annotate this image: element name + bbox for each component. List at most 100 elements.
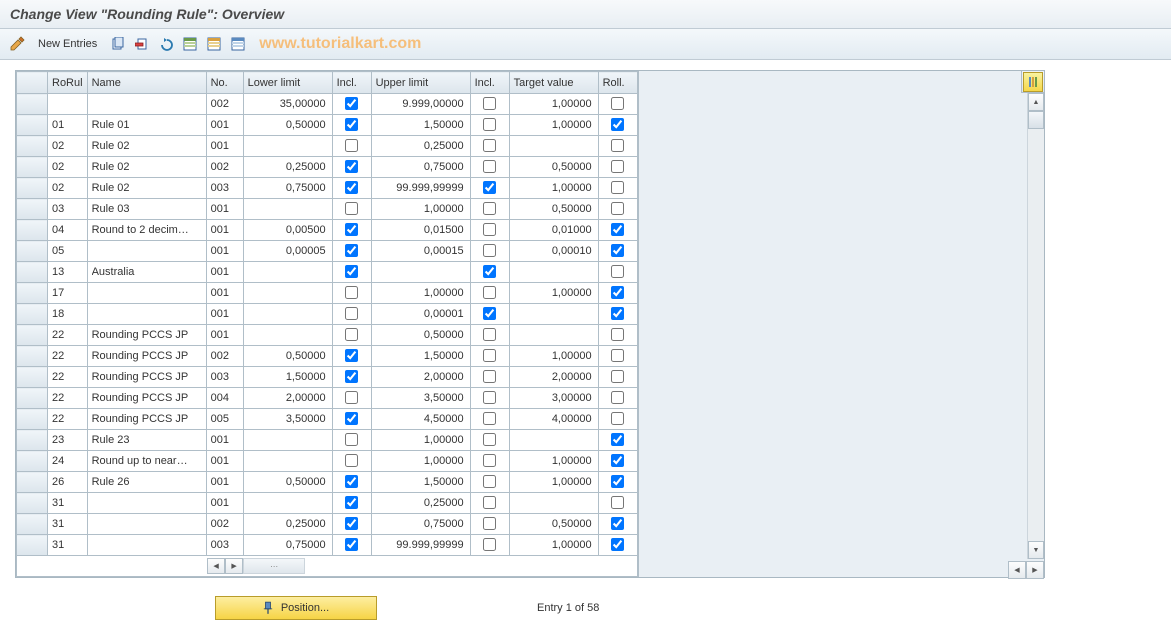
rorul-input[interactable] (48, 283, 87, 303)
upper-limit-input[interactable] (372, 472, 470, 492)
lower-limit-input[interactable] (244, 388, 332, 408)
incl-lower-checkbox[interactable] (345, 412, 358, 425)
incl-upper-checkbox[interactable] (483, 244, 496, 257)
rorul-input[interactable] (48, 493, 87, 513)
roll-checkbox[interactable] (611, 538, 624, 551)
row-selector[interactable] (17, 220, 48, 241)
name-input[interactable] (88, 157, 206, 177)
target-value-input[interactable] (510, 157, 598, 177)
col-header-roll[interactable]: Roll. (598, 72, 637, 94)
col-header-incl1[interactable]: Incl. (332, 72, 371, 94)
incl-upper-checkbox[interactable] (483, 391, 496, 404)
incl-upper-checkbox[interactable] (483, 328, 496, 341)
incl-upper-checkbox[interactable] (483, 286, 496, 299)
incl-lower-checkbox[interactable] (345, 475, 358, 488)
target-value-input[interactable] (510, 199, 598, 219)
rorul-input[interactable] (48, 367, 87, 387)
no-input[interactable] (207, 199, 243, 219)
incl-lower-checkbox[interactable] (345, 223, 358, 236)
lower-limit-input[interactable] (244, 220, 332, 240)
incl-upper-checkbox[interactable] (483, 265, 496, 278)
no-input[interactable] (207, 283, 243, 303)
row-selector[interactable] (17, 283, 48, 304)
roll-checkbox[interactable] (611, 244, 624, 257)
target-value-input[interactable] (510, 388, 598, 408)
name-input[interactable] (88, 367, 206, 387)
lower-limit-input[interactable] (244, 199, 332, 219)
upper-limit-input[interactable] (372, 430, 470, 450)
lower-limit-input[interactable] (244, 157, 332, 177)
scroll-thumb[interactable]: ⋯ (243, 558, 305, 574)
row-selector[interactable] (17, 430, 48, 451)
roll-checkbox[interactable] (611, 517, 624, 530)
row-selector[interactable] (17, 199, 48, 220)
incl-lower-checkbox[interactable] (345, 538, 358, 551)
row-selector[interactable] (17, 514, 48, 535)
upper-limit-input[interactable] (372, 283, 470, 303)
incl-upper-checkbox[interactable] (483, 538, 496, 551)
lower-limit-input[interactable] (244, 94, 332, 114)
incl-upper-checkbox[interactable] (483, 433, 496, 446)
incl-lower-checkbox[interactable] (345, 118, 358, 131)
target-value-input[interactable] (510, 283, 598, 303)
target-value-input[interactable] (510, 304, 598, 324)
row-selector[interactable] (17, 262, 48, 283)
roll-checkbox[interactable] (611, 433, 624, 446)
col-header-name[interactable]: Name (87, 72, 206, 94)
roll-checkbox[interactable] (611, 118, 624, 131)
row-selector[interactable] (17, 94, 48, 115)
roll-checkbox[interactable] (611, 328, 624, 341)
roll-checkbox[interactable] (611, 265, 624, 278)
name-input[interactable] (88, 535, 206, 555)
name-input[interactable] (88, 514, 206, 534)
no-input[interactable] (207, 94, 243, 114)
no-input[interactable] (207, 157, 243, 177)
incl-upper-checkbox[interactable] (483, 202, 496, 215)
upper-limit-input[interactable] (372, 262, 470, 282)
col-header-no[interactable]: No. (206, 72, 243, 94)
lower-limit-input[interactable] (244, 493, 332, 513)
row-selector[interactable] (17, 304, 48, 325)
row-selector[interactable] (17, 115, 48, 136)
incl-lower-checkbox[interactable] (345, 139, 358, 152)
upper-limit-input[interactable] (372, 346, 470, 366)
delete-icon[interactable] (133, 35, 151, 53)
row-selector[interactable] (17, 346, 48, 367)
target-value-input[interactable] (510, 409, 598, 429)
roll-checkbox[interactable] (611, 160, 624, 173)
incl-upper-checkbox[interactable] (483, 370, 496, 383)
upper-limit-input[interactable] (372, 157, 470, 177)
upper-limit-input[interactable] (372, 325, 470, 345)
lower-limit-input[interactable] (244, 472, 332, 492)
target-value-input[interactable] (510, 262, 598, 282)
scroll-left-icon[interactable]: ◀ (207, 558, 225, 574)
target-value-input[interactable] (510, 472, 598, 492)
row-selector[interactable] (17, 451, 48, 472)
lower-limit-input[interactable] (244, 262, 332, 282)
rorul-input[interactable] (48, 241, 87, 261)
rorul-input[interactable] (48, 325, 87, 345)
rorul-input[interactable] (48, 199, 87, 219)
row-selector[interactable] (17, 325, 48, 346)
roll-checkbox[interactable] (611, 475, 624, 488)
target-value-input[interactable] (510, 535, 598, 555)
no-input[interactable] (207, 178, 243, 198)
incl-lower-checkbox[interactable] (345, 349, 358, 362)
vscroll-thumb[interactable] (1028, 111, 1044, 129)
table-settings-icon[interactable] (229, 35, 247, 53)
target-value-input[interactable] (510, 178, 598, 198)
incl-upper-checkbox[interactable] (483, 97, 496, 110)
incl-lower-checkbox[interactable] (345, 265, 358, 278)
incl-lower-checkbox[interactable] (345, 97, 358, 110)
col-header-incl2[interactable]: Incl. (470, 72, 509, 94)
no-input[interactable] (207, 535, 243, 555)
incl-upper-checkbox[interactable] (483, 181, 496, 194)
incl-upper-checkbox[interactable] (483, 454, 496, 467)
rorul-input[interactable] (48, 451, 87, 471)
rorul-input[interactable] (48, 430, 87, 450)
roll-checkbox[interactable] (611, 139, 624, 152)
rorul-input[interactable] (48, 220, 87, 240)
roll-checkbox[interactable] (611, 370, 624, 383)
lower-limit-input[interactable] (244, 535, 332, 555)
no-input[interactable] (207, 346, 243, 366)
